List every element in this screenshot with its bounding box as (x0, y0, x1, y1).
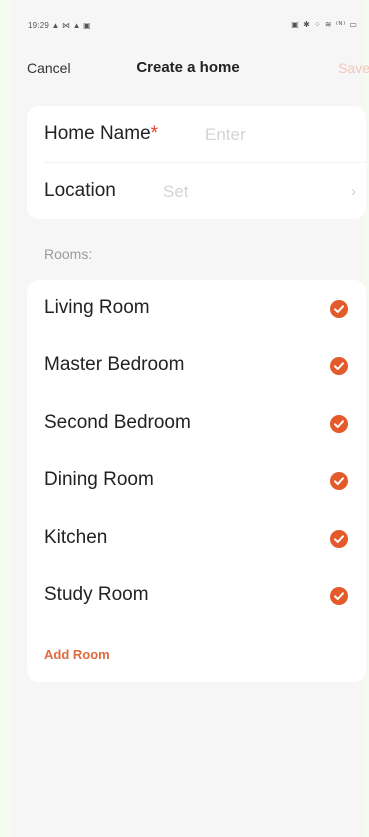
room-label: Second Bedroom (44, 412, 191, 433)
rooms-heading: Rooms: (44, 246, 93, 262)
screen: 19:29 ▲ ⋈ ▲ ▣ ▣ ✱ ⁘ ≋ ⁽ᴺ⁾ ▭ Cancel Creat… (10, 0, 369, 837)
location-value[interactable]: Set (163, 182, 189, 202)
page-title: Create a home (136, 59, 240, 76)
rooms-card: Living Room Master Bedroom Second Bedroo… (27, 280, 366, 682)
home-name-input[interactable]: Enter (205, 125, 246, 145)
room-label: Living Room (44, 297, 150, 318)
check-circle-icon[interactable] (330, 587, 348, 605)
home-name-row[interactable]: Home Name* Enter (27, 106, 366, 163)
home-info-card: Home Name* Enter Location Set › (27, 106, 366, 219)
location-label: Location (44, 180, 116, 201)
check-circle-icon[interactable] (330, 530, 348, 548)
home-name-label: Home Name* (44, 123, 158, 145)
room-row-dining-room[interactable]: Dining Room (27, 452, 366, 509)
room-label: Master Bedroom (44, 354, 185, 375)
room-row-master-bedroom[interactable]: Master Bedroom (27, 337, 366, 394)
location-row[interactable]: Location Set › (27, 163, 366, 219)
check-circle-icon[interactable] (330, 357, 348, 375)
check-circle-icon[interactable] (330, 300, 348, 318)
check-circle-icon[interactable] (330, 472, 348, 490)
status-icons: ▣ ✱ ⁘ ≋ ⁽ᴺ⁾ ▭ (291, 20, 358, 29)
room-label: Study Room (44, 584, 149, 605)
room-row-kitchen[interactable]: Kitchen (27, 510, 366, 567)
room-row-study-room[interactable]: Study Room (27, 567, 366, 624)
room-row-living-room[interactable]: Living Room (27, 280, 366, 337)
save-button[interactable]: Save (338, 60, 369, 76)
required-star: * (150, 123, 159, 144)
check-circle-icon[interactable] (330, 415, 348, 433)
room-label: Dining Room (44, 469, 154, 490)
room-label: Kitchen (44, 527, 108, 548)
add-room-button[interactable]: Add Room (44, 647, 110, 662)
chevron-right-icon: › (351, 183, 356, 200)
status-time: 19:29 ▲ ⋈ ▲ ▣ (28, 21, 91, 30)
home-name-label-text: Home Name (44, 123, 151, 144)
status-bar: 19:29 ▲ ⋈ ▲ ▣ ▣ ✱ ⁘ ≋ ⁽ᴺ⁾ ▭ (10, 0, 364, 44)
room-row-second-bedroom[interactable]: Second Bedroom (27, 395, 366, 452)
